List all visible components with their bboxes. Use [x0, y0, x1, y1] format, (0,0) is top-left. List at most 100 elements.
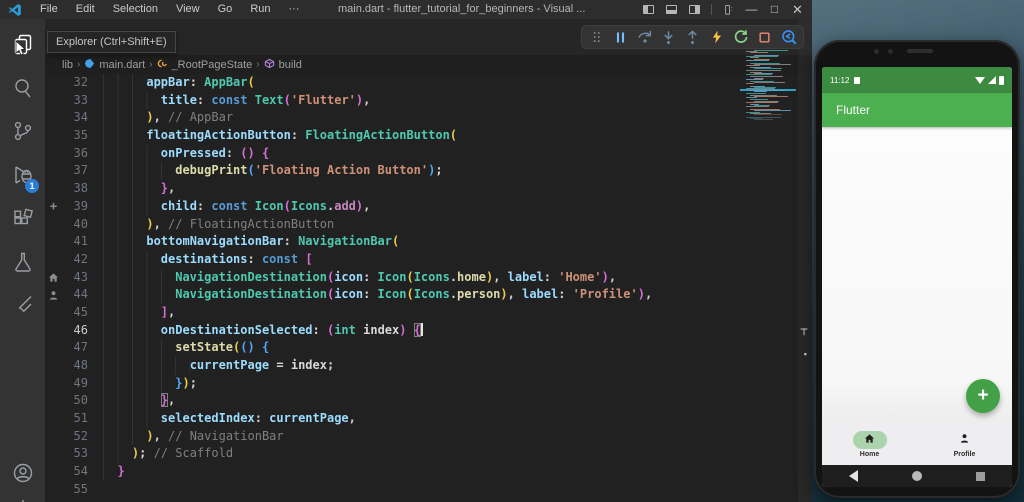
code-line-39[interactable]: +39 child: const Icon(Icons.add), — [45, 197, 812, 216]
code-text: ); // Scaffold — [131, 446, 234, 461]
app-bar-title: Flutter — [836, 103, 871, 117]
source-control-icon[interactable] — [0, 111, 45, 151]
back-icon — [849, 470, 859, 482]
line-number: 44 — [73, 287, 88, 302]
status-time: 11:12 — [830, 75, 850, 85]
widget-inspector-icon[interactable] — [780, 29, 797, 46]
run-debug-icon[interactable]: 1 — [0, 155, 45, 195]
menu-file[interactable]: File — [31, 0, 67, 19]
layout-sidebar-right-icon[interactable] — [688, 3, 701, 16]
line-number: 52 — [73, 428, 88, 443]
maximize-icon[interactable]: □ — [768, 3, 781, 16]
code-line-43[interactable]: 43 NavigationDestination(icon: Icon(Icons… — [45, 268, 812, 287]
overlay-marker-icon: ▪ — [803, 349, 807, 359]
extensions-icon[interactable] — [0, 199, 45, 239]
code-line-44[interactable]: 44 NavigationDestination(icon: Icon(Icons… — [45, 286, 812, 304]
add-icon: + — [977, 385, 989, 406]
code-line-51[interactable]: 51 selectedIndex: currentPage, — [45, 410, 812, 428]
stop-icon[interactable] — [756, 29, 773, 46]
customize-layout-icon[interactable]: ▯: — [722, 3, 735, 16]
drag-gripper-icon[interactable] — [588, 29, 605, 46]
search-icon[interactable] — [0, 68, 45, 108]
code-line-35[interactable]: 35 floatingActionButton: FloatingActionBu… — [45, 127, 812, 145]
breadcrumb-item-rootpagestate[interactable]: _RootPageState — [157, 58, 252, 72]
breadcrumb-item-maindart[interactable]: main.dart — [84, 58, 145, 72]
minimap[interactable] — [740, 37, 796, 377]
layout-sidebar-left-icon[interactable] — [642, 3, 655, 16]
step-into-icon[interactable] — [660, 29, 677, 46]
line-number: 32 — [73, 75, 88, 89]
code-line-40[interactable]: 40), // FloatingActionButton — [45, 215, 812, 234]
gutter — [45, 180, 62, 198]
code-line-36[interactable]: 36 onPressed: () { — [45, 144, 812, 163]
code-line-49[interactable]: 49}); — [45, 374, 812, 393]
code-line-32[interactable]: 32 appBar: AppBar( — [45, 74, 812, 92]
code-line-52[interactable]: 52), // NavigationBar — [45, 427, 812, 446]
code-line-38[interactable]: 38}, — [45, 180, 812, 198]
menu-run[interactable]: Run — [241, 0, 279, 19]
testing-icon[interactable] — [0, 242, 45, 282]
code-line-53[interactable]: 53); // Scaffold — [45, 445, 812, 464]
line-number: 35 — [73, 128, 88, 143]
code-line-37[interactable]: 37 debugPrint('Floating Action Button'); — [45, 162, 812, 181]
screen: File Edit Selection View Go Run ··· main.dart … — [0, 0, 1024, 502]
code-line-45[interactable]: 45], — [45, 303, 812, 322]
home-button[interactable] — [885, 471, 948, 481]
back-button[interactable] — [822, 470, 885, 482]
code-line-41[interactable]: 41 bottomNavigationBar: NavigationBar( — [45, 233, 812, 251]
chevron-right-icon: › — [256, 59, 260, 70]
menu-view[interactable]: View — [167, 0, 209, 19]
line-number: 39 — [73, 198, 88, 213]
flutter-icon[interactable] — [0, 285, 45, 325]
app-bar: Flutter — [822, 93, 1012, 127]
window-title: main.dart - flutter_tutorial_for_beginne… — [338, 3, 586, 15]
code-line-54[interactable]: 54} — [45, 463, 812, 481]
pause-icon[interactable] — [612, 29, 629, 46]
code-line-48[interactable]: 48 currentPage = index; — [45, 357, 812, 375]
code-text: ), // AppBar — [146, 110, 234, 125]
code-text: debugPrint('Floating Action Button'); — [175, 163, 443, 178]
minimap-cursor-line — [740, 89, 796, 91]
code-line-46[interactable]: 46 onDestinationSelected: (int index) { — [45, 321, 812, 340]
menu-go[interactable]: Go — [209, 0, 242, 19]
overview-button[interactable] — [949, 471, 1012, 481]
nav-destination-home[interactable]: Home — [822, 423, 917, 465]
overlay-marker-icon: ⊤ — [800, 327, 808, 337]
bottom-navigation-bar: Home Profile — [822, 423, 1012, 465]
nav-destination-profile[interactable]: Profile — [917, 423, 1012, 465]
breadcrumb-item-lib[interactable]: lib — [62, 59, 73, 71]
gutter — [45, 145, 62, 163]
indicator-area — [948, 431, 982, 449]
gutter — [45, 109, 62, 127]
menu-[interactable]: ··· — [280, 0, 309, 19]
line-number: 51 — [73, 411, 88, 426]
code-line-42[interactable]: 42 destinations: const [ — [45, 250, 812, 269]
gutter — [45, 322, 62, 340]
menu-edit[interactable]: Edit — [67, 0, 104, 19]
code-text: selectedIndex: currentPage, — [160, 411, 356, 426]
step-over-icon[interactable] — [636, 29, 653, 46]
battery-icon — [999, 75, 1004, 85]
code-editor[interactable]: 32 appBar: AppBar(33 title: const Text('Fl… — [45, 74, 812, 502]
code-line-55[interactable]: 55 — [45, 481, 812, 499]
gutter-plus-icon: + — [49, 198, 58, 213]
scrollbar[interactable] — [798, 19, 812, 502]
floating-action-button[interactable]: + — [966, 379, 1000, 413]
menu-selection[interactable]: Selection — [104, 0, 167, 19]
settings-gear-icon[interactable] — [0, 489, 45, 502]
close-icon[interactable]: ✕ — [791, 3, 804, 16]
breadcrumb-item-build[interactable]: build — [264, 58, 302, 72]
layout-panel-icon[interactable] — [665, 3, 678, 16]
code-line-33[interactable]: 33 title: const Text('Flutter'), — [45, 91, 812, 110]
step-out-icon[interactable] — [684, 29, 701, 46]
code-line-34[interactable]: 34), // AppBar — [45, 109, 812, 128]
code-line-47[interactable]: 47 setState(() { — [45, 339, 812, 357]
code-line-50[interactable]: 50}, — [45, 392, 812, 411]
line-number: 50 — [73, 393, 88, 408]
minimize-icon[interactable]: — — [745, 3, 758, 16]
wifi-icon — [975, 76, 985, 84]
code-text: }); — [175, 375, 197, 390]
hot-reload-lightning-icon[interactable] — [708, 29, 725, 46]
restart-icon[interactable] — [732, 29, 749, 46]
account-icon[interactable] — [0, 453, 45, 493]
